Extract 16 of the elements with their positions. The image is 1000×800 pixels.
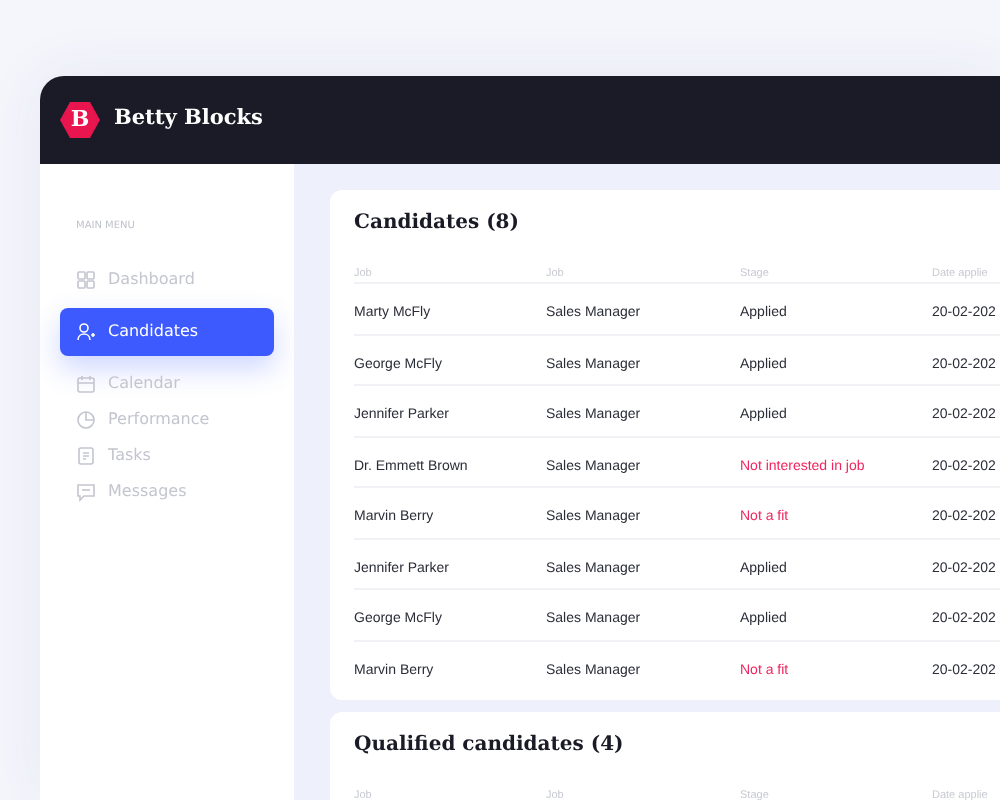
- pie-chart-icon: [76, 409, 96, 429]
- sidebar-item[interactable]: Calendar: [60, 365, 274, 401]
- grid-icon: [76, 269, 96, 289]
- sidebar-item[interactable]: Dashboard: [60, 259, 274, 299]
- person-icon: [76, 321, 96, 341]
- card-title: Candidates (8): [354, 210, 521, 238]
- card-title: Qualified candidates (4): [354, 732, 626, 760]
- sidebar-item[interactable]: Tasks: [60, 437, 274, 473]
- sidebar-item[interactable]: Performance: [60, 401, 274, 437]
- document-icon: [76, 445, 96, 465]
- sidebar-item[interactable]: Messages: [60, 473, 274, 509]
- chat-icon: [76, 481, 96, 501]
- brand-name: Betty Blocks: [114, 104, 263, 135]
- logo-icon: B: [60, 102, 100, 138]
- calendar-icon: [76, 373, 96, 393]
- sidebar-item[interactable]: Candidates: [60, 307, 274, 355]
